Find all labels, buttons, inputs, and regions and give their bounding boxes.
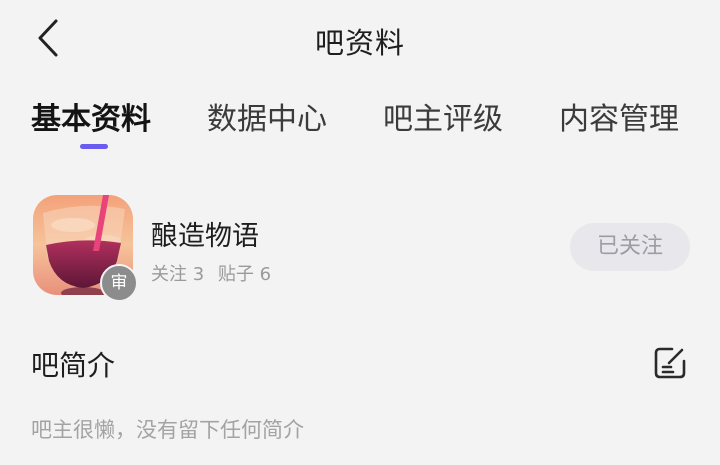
edit-intro-button[interactable]: [652, 345, 688, 381]
review-status-badge: 审: [100, 264, 138, 302]
followed-button[interactable]: 已关注: [570, 223, 690, 271]
active-tab-indicator: [80, 144, 108, 149]
top-bar: 吧资料: [0, 0, 720, 78]
edit-icon: [654, 347, 686, 379]
intro-text: 吧主很懒，没有留下任何简介: [31, 418, 304, 442]
page-title: 吧资料: [314, 26, 405, 60]
intro-section-title: 吧简介: [31, 349, 116, 382]
tab-bar: 基本资料 数据中心 吧主评级 内容管理: [0, 88, 720, 158]
tab-content-management[interactable]: 内容管理: [559, 94, 679, 138]
tab-data-center[interactable]: 数据中心: [207, 94, 327, 138]
forum-stats: 关注 3 贴子 6: [151, 260, 279, 286]
tab-owner-rating[interactable]: 吧主评级: [383, 94, 503, 138]
forum-info-row: 审 酿造物语 关注 3 贴子 6 已关注: [0, 188, 720, 308]
forum-name: 酿造物语: [151, 221, 259, 252]
follow-count: 关注 3: [151, 264, 205, 285]
tab-basic-info[interactable]: 基本资料: [31, 94, 151, 138]
post-count: 贴子 6: [217, 264, 272, 285]
